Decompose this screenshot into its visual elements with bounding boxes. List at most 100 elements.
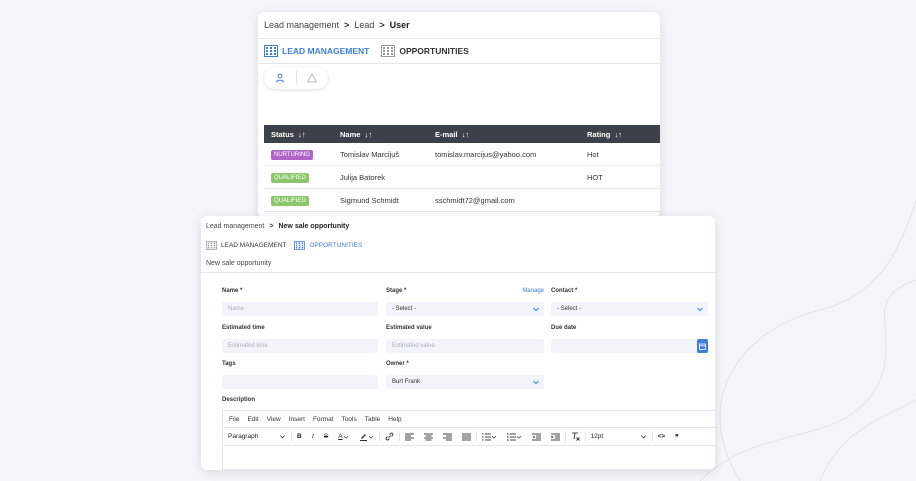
sort-icon[interactable]: ↓↑ — [615, 130, 623, 139]
description-editor: File Edit View Insert Format Tools Table… — [222, 410, 715, 470]
indent-icon — [550, 433, 560, 440]
tab-opportunities[interactable]: OPPORTUNITIES — [381, 45, 469, 57]
table-row[interactable]: QUALIFIED Sigmund Schmidt sschmidt72@gma… — [264, 189, 660, 212]
table-row[interactable]: QUALIFIED Julija Batorek HOT — [264, 166, 660, 189]
warning-icon — [307, 73, 318, 83]
tab-lead-management[interactable]: LEAD MANAGEMENT — [264, 45, 369, 57]
italic-button[interactable]: I — [307, 433, 319, 440]
chevron-down-icon — [697, 307, 703, 312]
tab-opportunities[interactable]: OPPORTUNITIES — [294, 240, 363, 250]
building-icon — [206, 240, 217, 250]
contact-label: Contact * — [551, 288, 578, 294]
column-email[interactable]: E-mail ↓↑ — [435, 130, 587, 139]
owner-group: Owner * Burt Frank — [386, 361, 544, 389]
tab-lead-management-label: LEAD MANAGEMENT — [221, 241, 287, 249]
column-status[interactable]: Status ↓↑ — [264, 130, 340, 139]
clear-format-button[interactable] — [566, 432, 585, 441]
page-title: New sale opportunity — [206, 259, 272, 267]
indent-button[interactable] — [546, 433, 565, 441]
breadcrumb: Lead management > New sale opportunity — [201, 216, 715, 236]
align-center-button[interactable] — [419, 433, 438, 441]
sort-icon[interactable]: ↓↑ — [462, 130, 470, 139]
building-icon — [294, 240, 306, 250]
menu-format[interactable]: Format — [313, 416, 334, 423]
estimated-value-group: Estimated value Estimated value — [386, 325, 544, 353]
module-tabs: LEAD MANAGEMENT OPPORTUNITIES — [258, 39, 660, 63]
sort-icon[interactable]: ↓↑ — [298, 130, 306, 139]
strikethrough-button[interactable]: S — [319, 433, 333, 440]
due-date-label: Due date — [551, 325, 577, 331]
menu-table[interactable]: Table — [365, 416, 381, 423]
chevron-down-icon — [516, 435, 521, 439]
chevron-down-icon — [343, 435, 348, 439]
sort-icon[interactable]: ↓↑ — [365, 130, 373, 139]
align-center-icon — [423, 433, 433, 440]
tags-input[interactable] — [222, 375, 378, 389]
chevron-down-icon — [533, 380, 539, 385]
font-color-button[interactable]: A — [333, 433, 353, 440]
code-button[interactable]: <> — [653, 433, 671, 440]
numbered-list-button[interactable] — [477, 433, 502, 441]
calendar-button[interactable] — [697, 339, 708, 353]
column-name[interactable]: Name ↓↑ — [340, 130, 435, 139]
stage-select[interactable]: - Select - — [386, 302, 544, 316]
align-right-button[interactable] — [438, 433, 457, 441]
tab-lead-management-label: LEAD MANAGEMENT — [282, 46, 370, 56]
view-toggle — [264, 67, 328, 89]
align-right-icon — [442, 433, 452, 440]
paragraph-select[interactable]: Paragraph — [223, 433, 291, 440]
tab-lead-management[interactable]: LEAD MANAGEMENT — [206, 240, 287, 250]
menu-insert[interactable]: Insert — [289, 416, 305, 423]
divider — [258, 63, 660, 64]
breadcrumb-separator: > — [269, 222, 274, 230]
tab-opportunities-label: OPPORTUNITIES — [309, 241, 363, 249]
bullet-list-button[interactable] — [502, 432, 527, 441]
due-date-group: Due date — [551, 325, 708, 353]
menu-tools[interactable]: Tools — [342, 416, 357, 423]
column-rating[interactable]: Rating ↓↑ — [587, 130, 660, 139]
outdent-icon — [531, 433, 541, 440]
menu-help[interactable]: Help — [388, 416, 401, 423]
align-left-icon — [404, 433, 414, 440]
estimated-time-input[interactable]: Estimated time — [222, 339, 378, 353]
cell-email: sschmidt72@gmail.com — [435, 195, 515, 205]
breadcrumb-lead[interactable]: Lead — [354, 20, 374, 30]
cell-name: Sigmund Schmidt — [340, 195, 399, 205]
menu-edit[interactable]: Edit — [247, 416, 258, 423]
bold-button[interactable]: B — [292, 433, 307, 440]
menu-file[interactable]: File — [229, 416, 239, 423]
person-icon — [275, 73, 284, 83]
menu-view[interactable]: View — [267, 416, 281, 423]
chevron-down-icon — [640, 435, 646, 439]
building-icon — [381, 45, 396, 57]
stage-group: Stage * Manage - Select - — [386, 288, 544, 316]
breadcrumb-lead-management[interactable]: Lead management — [206, 223, 264, 230]
justify-button[interactable] — [457, 433, 476, 441]
contact-select[interactable]: - Select - — [551, 302, 708, 316]
description-label: Description — [222, 397, 256, 403]
cell-name: Tomislav Marcijuš — [340, 149, 400, 159]
link-button[interactable] — [380, 432, 399, 441]
manage-link[interactable]: Manage — [522, 288, 544, 294]
estimated-value-input[interactable]: Estimated value — [386, 339, 544, 353]
person-view-button[interactable] — [264, 67, 296, 89]
numbered-list-icon — [481, 433, 491, 440]
align-left-button[interactable] — [400, 433, 419, 441]
calendar-icon — [699, 343, 706, 350]
outdent-button[interactable] — [527, 433, 546, 441]
lead-user-panel: Lead management > Lead > User LEAD MANAG… — [258, 12, 660, 218]
blockquote-button[interactable]: ❞ — [670, 433, 684, 441]
name-input[interactable]: Name — [222, 302, 378, 316]
module-tabs: LEAD MANAGEMENT OPPORTUNITIES — [201, 236, 715, 254]
name-label: Name * — [222, 288, 243, 294]
warning-view-button[interactable] — [297, 67, 329, 89]
highlight-button[interactable] — [354, 432, 379, 441]
cell-name: Julija Batorek — [340, 172, 386, 182]
table-row[interactable]: NURTURING Tomislav Marcijuš tomislav.mar… — [264, 143, 660, 166]
breadcrumb-current: User — [389, 20, 410, 30]
breadcrumb-lead-management[interactable]: Lead management — [264, 20, 339, 30]
owner-select[interactable]: Burt Frank — [386, 375, 544, 389]
due-date-input[interactable] — [551, 339, 708, 353]
font-size-select[interactable]: 12pt — [586, 433, 652, 440]
justify-icon — [461, 433, 471, 440]
